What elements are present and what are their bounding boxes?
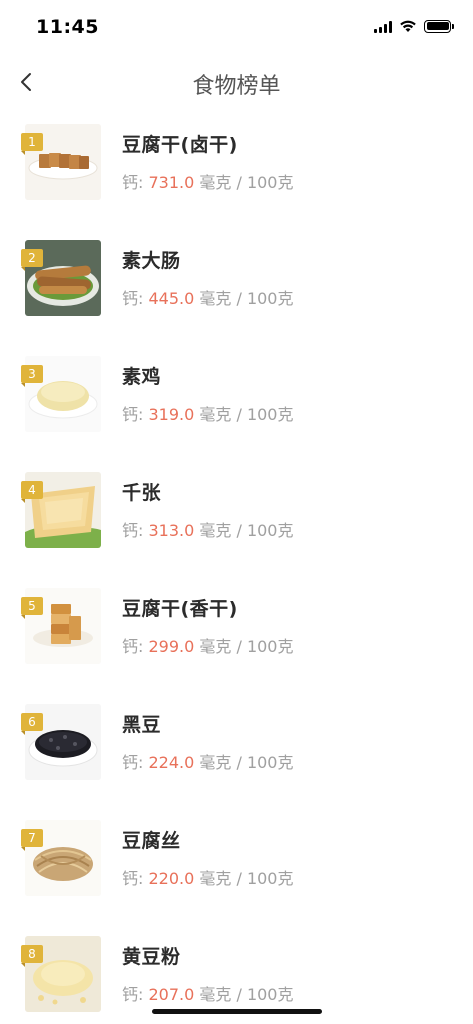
nutrient-label: 钙:	[122, 869, 149, 888]
nutrient-label: 钙:	[122, 521, 149, 540]
list-item[interactable]: 4 千张 钙: 313.0 毫克 / 100克	[0, 456, 473, 572]
calcium-value: 319.0	[148, 405, 195, 424]
status-bar: 11:45	[0, 0, 473, 56]
food-name: 豆腐干(香干)	[122, 598, 238, 620]
rank-badge: 1	[21, 133, 43, 155]
list-item[interactable]: 6 黑豆 钙: 224.0 毫克 / 100克	[0, 688, 473, 804]
rank-badge: 2	[21, 249, 43, 271]
nutrient-label: 钙:	[122, 405, 149, 424]
status-icons	[374, 19, 454, 33]
nutrient-label: 钙:	[122, 985, 149, 1004]
food-name: 素大肠	[122, 250, 181, 272]
food-calcium: 钙: 445.0 毫克 / 100克	[122, 285, 294, 309]
list-item[interactable]: 2 素大肠 钙: 445.0 毫克 / 100克	[0, 224, 473, 340]
unit-label: 毫克 / 100克	[194, 753, 294, 772]
rank-badge: 5	[21, 597, 43, 619]
food-name: 黑豆	[122, 714, 162, 736]
nutrient-label: 钙:	[122, 173, 149, 192]
food-calcium: 钙: 299.0 毫克 / 100克	[122, 633, 294, 657]
page-title: 食物榜单	[192, 74, 281, 99]
list-item[interactable]: 3 素鸡 钙: 319.0 毫克 / 100克	[0, 340, 473, 456]
rank-badge: 4	[21, 481, 43, 503]
calcium-value: 299.0	[148, 637, 195, 656]
list-item[interactable]: 5 豆腐干(香干) 钙: 299.0 毫克 / 100克	[0, 572, 473, 688]
food-calcium: 钙: 224.0 毫克 / 100克	[122, 749, 294, 773]
food-name: 素鸡	[122, 366, 162, 388]
unit-label: 毫克 / 100克	[194, 289, 294, 308]
food-calcium: 钙: 207.0 毫克 / 100克	[122, 981, 294, 1005]
calcium-value: 207.0	[148, 985, 195, 1004]
nav-bar: 食物榜单	[0, 56, 473, 108]
calcium-value: 731.0	[148, 173, 195, 192]
unit-label: 毫克 / 100克	[194, 637, 294, 656]
nutrient-label: 钙:	[122, 289, 149, 308]
food-calcium: 钙: 731.0 毫克 / 100克	[122, 169, 294, 193]
food-name: 黄豆粉	[122, 946, 181, 968]
food-name: 豆腐丝	[122, 830, 181, 852]
food-calcium: 钙: 319.0 毫克 / 100克	[122, 401, 294, 425]
unit-label: 毫克 / 100克	[194, 405, 294, 424]
signal-icon	[374, 20, 392, 33]
food-name: 豆腐干(卤干)	[122, 134, 238, 156]
calcium-value: 313.0	[148, 521, 195, 540]
list-item[interactable]: 1 豆腐干(卤干) 钙: 731.0 毫克 / 100克	[0, 108, 473, 224]
unit-label: 毫克 / 100克	[194, 985, 294, 1004]
nutrient-label: 钙:	[122, 637, 149, 656]
food-calcium: 钙: 313.0 毫克 / 100克	[122, 517, 294, 541]
unit-label: 毫克 / 100克	[194, 521, 294, 540]
rank-badge: 8	[21, 945, 43, 967]
unit-label: 毫克 / 100克	[194, 173, 294, 192]
calcium-value: 445.0	[148, 289, 195, 308]
list-item[interactable]: 7 豆腐丝 钙: 220.0 毫克 / 100克	[0, 804, 473, 920]
rank-badge: 6	[21, 713, 43, 735]
rank-badge: 7	[21, 829, 43, 851]
wifi-icon	[400, 20, 416, 32]
status-time: 11:45	[36, 16, 99, 38]
unit-label: 毫克 / 100克	[194, 869, 294, 888]
nutrient-label: 钙:	[122, 753, 149, 772]
calcium-value: 220.0	[148, 869, 195, 888]
rank-badge: 3	[21, 365, 43, 387]
calcium-value: 224.0	[148, 753, 195, 772]
food-calcium: 钙: 220.0 毫克 / 100克	[122, 865, 294, 889]
battery-icon	[424, 19, 454, 33]
food-name: 千张	[122, 482, 162, 504]
home-indicator	[152, 1009, 322, 1014]
